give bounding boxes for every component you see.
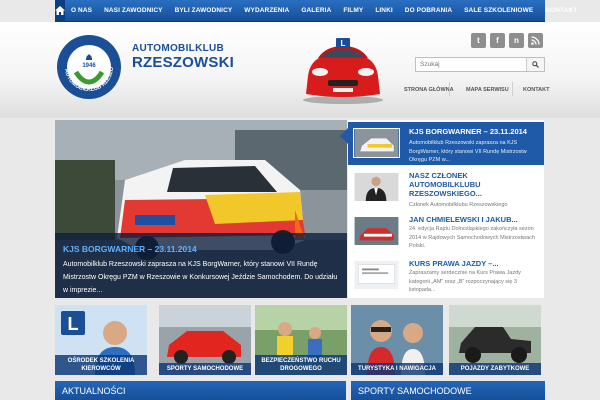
nk-icon-glyph: n: [514, 36, 519, 45]
nav-item-galeria[interactable]: GALERIA: [295, 7, 337, 14]
nav-item-sale-szkoleniowe[interactable]: SALE SZKOLENIOWE: [458, 7, 539, 14]
svg-text:L: L: [68, 314, 79, 334]
news-list: KJS BORGWARNER – 23.11.2014 Automobilklu…: [348, 120, 544, 298]
news-description: Automobilklub Rzeszowski zaprasza na KJS…: [409, 140, 527, 163]
subnav-divider: [512, 82, 513, 96]
twitter-icon-glyph: t: [477, 36, 480, 45]
tile-label: BEZPIECZEŃSTWO RUCHU DROGOWEGO: [255, 355, 347, 375]
nav-item-do-pobrania[interactable]: DO POBRANIA: [399, 7, 458, 14]
news-item[interactable]: NASZ CZŁONEK AUTOMOBILKLUBU RZESZOWSKIEG…: [348, 166, 544, 209]
tile-road-safety[interactable]: BEZPIECZEŃSTWO RUCHU DROGOWEGO: [255, 305, 347, 375]
news-title: KURS PRAWA JAZDY –...: [409, 259, 499, 268]
news-description: Członek Automobilklubu Rzeszowskiego: [409, 202, 508, 208]
home-button[interactable]: [55, 0, 65, 22]
nav-item-wydarzenia[interactable]: WYDARZENIA: [238, 7, 295, 14]
nav-item-linki[interactable]: LINKI: [369, 7, 398, 14]
rss-icon-glyph: [531, 36, 540, 45]
brand-line-1: AUTOMOBILKLUB: [132, 43, 225, 54]
news-title: NASZ CZŁONEK AUTOMOBILKLUBU RZESZOWSKIEG…: [409, 171, 482, 198]
slider-title[interactable]: KJS BORGWARNER – 23.11.2014: [63, 244, 197, 254]
search-button[interactable]: [526, 58, 544, 71]
facebook-icon[interactable]: f: [490, 33, 505, 48]
search-box: [415, 57, 545, 72]
tile-label: TURYSTYKA I NAWIGACJA: [351, 363, 443, 375]
news-description: 24. edycja Rajdu Dolnośląskiego zakończy…: [409, 226, 535, 249]
nav-item-nasi-zawodnicy[interactable]: NASI ZAWODNICY: [98, 7, 168, 14]
nav-item-kontakt[interactable]: KONTAKT: [539, 7, 583, 14]
search-icon: [532, 61, 539, 68]
car-badge: L: [341, 39, 346, 48]
tile-label: POJAZDY ZABYTKOWE: [449, 363, 541, 375]
news-title: JAN CHMIELEWSKI I JAKUB...: [409, 215, 518, 224]
tile-label: OŚRODEK SZKOLENIA KIEROWCÓW: [55, 355, 147, 375]
section-header-motorsports[interactable]: SPORTY SAMOCHODOWE: [351, 381, 545, 400]
rss-icon[interactable]: [528, 33, 543, 48]
news-thumbnail: [353, 172, 400, 202]
tile-motorsports[interactable]: SPORTY SAMOCHODOWE: [159, 305, 251, 375]
tile-label: SPORTY SAMOCHODOWE: [159, 363, 251, 375]
subnav-divider: [449, 82, 450, 96]
search-input[interactable]: [416, 58, 526, 71]
tile-driving-school[interactable]: L OŚRODEK SZKOLENIA KIEROWCÓW: [55, 305, 147, 375]
news-item[interactable]: KURS PRAWA JAZDY –... Zapraszamy serdecz…: [348, 254, 544, 297]
subnav-contact[interactable]: KONTAKT: [523, 87, 549, 93]
news-item[interactable]: KJS BORGWARNER – 23.11.2014 Automobilklu…: [348, 122, 544, 165]
news-thumbnail: [353, 260, 400, 290]
active-news-pointer: [340, 128, 348, 144]
news-item[interactable]: JAN CHMIELEWSKI I JAKUB... 24. edycja Ra…: [348, 210, 544, 253]
news-title: KJS BORGWARNER – 23.11.2014: [409, 127, 527, 136]
news-thumbnail: [353, 128, 400, 158]
news-description: Zapraszamy serdecznie na Kurs Prawa Jazd…: [409, 270, 521, 293]
top-navigation: O NAS NASI ZAWODNICY BYLI ZAWODNICY WYDA…: [55, 0, 577, 22]
section-header-news[interactable]: AKTUALNOŚCI: [55, 381, 346, 400]
subnav-home[interactable]: STRONA GŁÓWNA: [404, 87, 454, 93]
nav-item-filmy[interactable]: FILMY: [337, 7, 369, 14]
nav-item-o-nas[interactable]: O NAS: [65, 7, 98, 14]
nav-item-byli-zawodnicy[interactable]: BYLI ZAWODNICY: [169, 7, 239, 14]
news-thumbnail: [353, 216, 400, 246]
tile-vintage-vehicles[interactable]: POJAZDY ZABYTKOWE: [449, 305, 541, 375]
driving-school-car: L: [303, 38, 383, 104]
subnav-sitemap[interactable]: MAPA SERWISU: [466, 87, 509, 93]
tile-tourism[interactable]: TURYSTYKA I NAWIGACJA: [351, 305, 443, 375]
facebook-icon-glyph: f: [496, 36, 499, 45]
brand-line-2: RZESZOWSKI: [132, 54, 234, 71]
nk-icon[interactable]: n: [509, 33, 524, 48]
club-logo[interactable]: 1946 AUTOMOBILKLUB RZESZOWSKI: [56, 34, 122, 100]
home-icon: [55, 6, 65, 15]
twitter-icon[interactable]: t: [471, 33, 486, 48]
logo-year: 1946: [82, 63, 96, 69]
slider-text: Automobilklub Rzeszowski zaprasza na KJS…: [63, 261, 338, 294]
